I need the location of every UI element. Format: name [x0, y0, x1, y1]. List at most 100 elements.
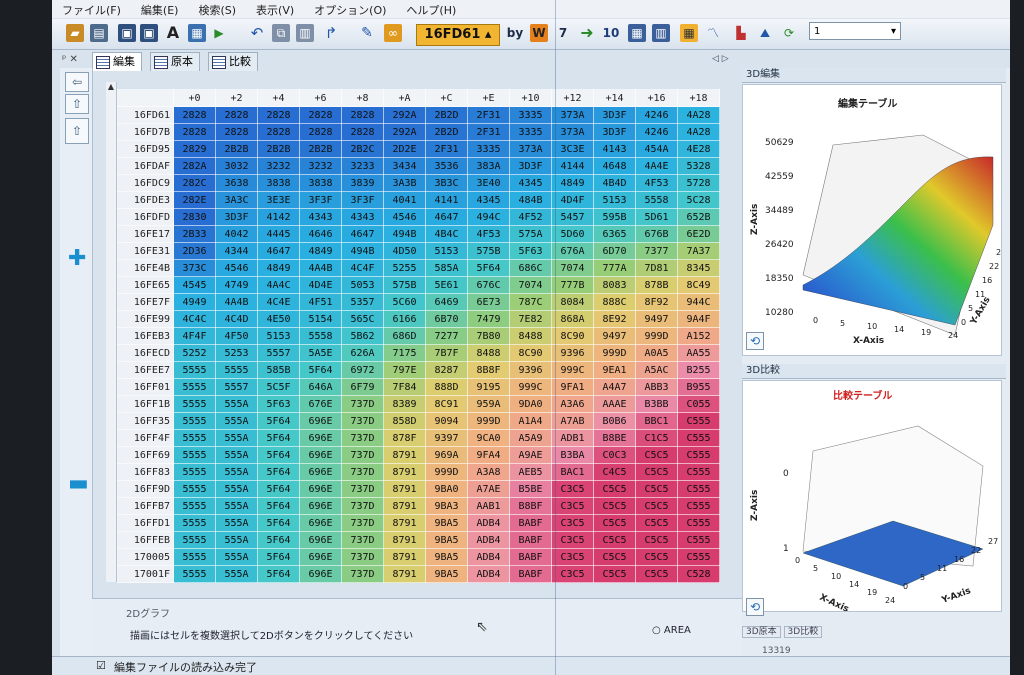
grid-cell[interactable]: A4A7 [593, 378, 636, 396]
grid-cell[interactable]: 7A37 [677, 242, 720, 260]
grid-cell[interactable]: 5558 [635, 191, 678, 209]
grid-cell[interactable]: 858D [383, 412, 426, 430]
grid-cell[interactable]: BABF [509, 565, 552, 583]
grid-cell[interactable]: A5AC [635, 361, 678, 379]
grid-cell[interactable]: 4F50 [215, 327, 258, 345]
grid-cell[interactable]: 4F53 [635, 174, 678, 192]
grid-cell[interactable]: 8488 [509, 327, 552, 345]
grid-cell[interactable]: C5C5 [635, 463, 678, 481]
grid-cell[interactable]: 5252 [173, 344, 216, 362]
grid-cell[interactable]: 7277 [425, 327, 468, 345]
grid-cell[interactable]: 3839 [341, 174, 384, 192]
grid-cell[interactable]: 555A [215, 497, 258, 515]
grid-cell[interactable]: C5C5 [593, 565, 636, 583]
row-address[interactable]: 16FE65 [117, 276, 174, 294]
grid-cell[interactable]: A7AB [551, 412, 594, 430]
grid-cell[interactable]: A1A4 [509, 412, 552, 430]
tab-compare[interactable]: 比較 [208, 52, 258, 71]
grid-cell[interactable]: C0C3 [593, 446, 636, 464]
grid-cell[interactable]: 292A [383, 106, 426, 124]
grid-cell[interactable]: 2D2E [383, 140, 426, 158]
grid-cell[interactable]: 9BA5 [425, 565, 468, 583]
mode-select[interactable]: 1 ▾ [809, 22, 901, 40]
grid-cell[interactable]: 4246 [635, 106, 678, 124]
minus-icon[interactable]: ▬ [68, 471, 89, 496]
row-address[interactable]: 16FDC9 [117, 174, 174, 192]
grid-cell[interactable]: 5555 [215, 361, 258, 379]
row-address[interactable]: 16FDFD [117, 208, 174, 226]
bar-graph-icon[interactable]: ▙ [732, 24, 750, 42]
grid-cell[interactable]: 5F64 [257, 429, 300, 447]
grid-cell[interactable]: 5555 [173, 463, 216, 481]
grid-cell[interactable]: 7E82 [509, 310, 552, 328]
row-address[interactable]: 16FE7F [117, 293, 174, 311]
grid-cell[interactable]: 4F51 [299, 293, 342, 311]
grid-cell[interactable]: 737D [341, 395, 384, 413]
grid-cell[interactable]: 4D4F [551, 191, 594, 209]
grid-cell[interactable]: 9BA5 [425, 514, 468, 532]
grid-cell[interactable]: 2B2B [257, 140, 300, 158]
grid-cell[interactable]: 8791 [383, 480, 426, 498]
grid-cell[interactable]: C555 [677, 497, 720, 515]
grid-cell[interactable]: 4F4F [173, 327, 216, 345]
grid-cell[interactable]: 944C [677, 293, 720, 311]
row-address[interactable]: 16FF01 [117, 378, 174, 396]
window-icon[interactable]: ▦ [188, 24, 206, 42]
grid-cell[interactable]: 5555 [173, 531, 216, 549]
column-header[interactable]: +18 [677, 89, 720, 107]
grid-cell[interactable]: C3C5 [551, 531, 594, 549]
arrow-up-large-icon[interactable]: ⇧ [65, 118, 89, 144]
grid-cell[interactable]: 3335 [509, 106, 552, 124]
run-icon[interactable]: ▶ [210, 24, 228, 42]
grid-cell[interactable]: 5F64 [299, 361, 342, 379]
grid-cell[interactable]: 575B [383, 276, 426, 294]
grid-cell[interactable]: 3F3F [341, 191, 384, 209]
grid-cell[interactable]: 494C [467, 208, 510, 226]
grid-cell[interactable]: 373A [551, 106, 594, 124]
grid-cell[interactable]: C555 [677, 531, 720, 549]
row-address[interactable]: 16FDAF [117, 157, 174, 175]
grid-cell[interactable]: 3434 [383, 157, 426, 175]
grid-cell[interactable]: 2828 [257, 123, 300, 141]
grid-cell[interactable]: 7D81 [635, 259, 678, 277]
column-header[interactable]: +2 [215, 89, 258, 107]
grid-cell[interactable]: AAB1 [467, 497, 510, 515]
grid-cell[interactable]: 8E92 [593, 310, 636, 328]
row-address[interactable]: 16FF69 [117, 446, 174, 464]
grid-cell[interactable]: 3233 [341, 157, 384, 175]
grid-cell[interactable]: 5357 [341, 293, 384, 311]
grid-cell[interactable]: C5C5 [635, 531, 678, 549]
grid-cell[interactable]: 454A [635, 140, 678, 158]
grid-cell[interactable]: 282A [173, 157, 216, 175]
grid-cell[interactable]: 8791 [383, 548, 426, 566]
grid-cell[interactable]: 686D [383, 327, 426, 345]
grid-cell[interactable]: 4142 [257, 208, 300, 226]
grid-cell[interactable]: 6D70 [593, 242, 636, 260]
grid-cell[interactable]: 737D [341, 531, 384, 549]
grid-cell[interactable]: 2829 [173, 140, 216, 158]
grid-cell[interactable]: 626A [341, 344, 384, 362]
column-header[interactable]: +16 [635, 89, 678, 107]
decimal-button[interactable]: 10 [600, 24, 622, 42]
grid-cell[interactable]: 9497 [635, 310, 678, 328]
grid-cell[interactable]: 6E2D [677, 225, 720, 243]
grid-cell[interactable]: 878F [383, 429, 426, 447]
grid-cell[interactable]: A3A6 [551, 395, 594, 413]
grid-cell[interactable]: 5557 [215, 378, 258, 396]
grid-cell[interactable]: 2F31 [467, 123, 510, 141]
grid-cell[interactable]: 9FA1 [551, 378, 594, 396]
grid-cell[interactable]: 282C [173, 174, 216, 192]
grid-cell[interactable]: 3D3F [509, 157, 552, 175]
grid-cell[interactable]: 3335 [509, 123, 552, 141]
grid-cell[interactable]: 4343 [341, 208, 384, 226]
grid-cell[interactable]: 5555 [173, 497, 216, 515]
grid-cell[interactable]: 4D50 [383, 242, 426, 260]
grid-cell[interactable]: 777B [551, 276, 594, 294]
grid-cell[interactable]: 4A4E [635, 157, 678, 175]
grid-cell[interactable]: 3232 [299, 157, 342, 175]
grid-cell[interactable]: 9397 [425, 429, 468, 447]
grid-cell[interactable]: ABB3 [635, 378, 678, 396]
row-address[interactable]: 16FD95 [117, 140, 174, 158]
grid-cell[interactable]: 9396 [551, 344, 594, 362]
grid-cell[interactable]: A7AE [467, 480, 510, 498]
